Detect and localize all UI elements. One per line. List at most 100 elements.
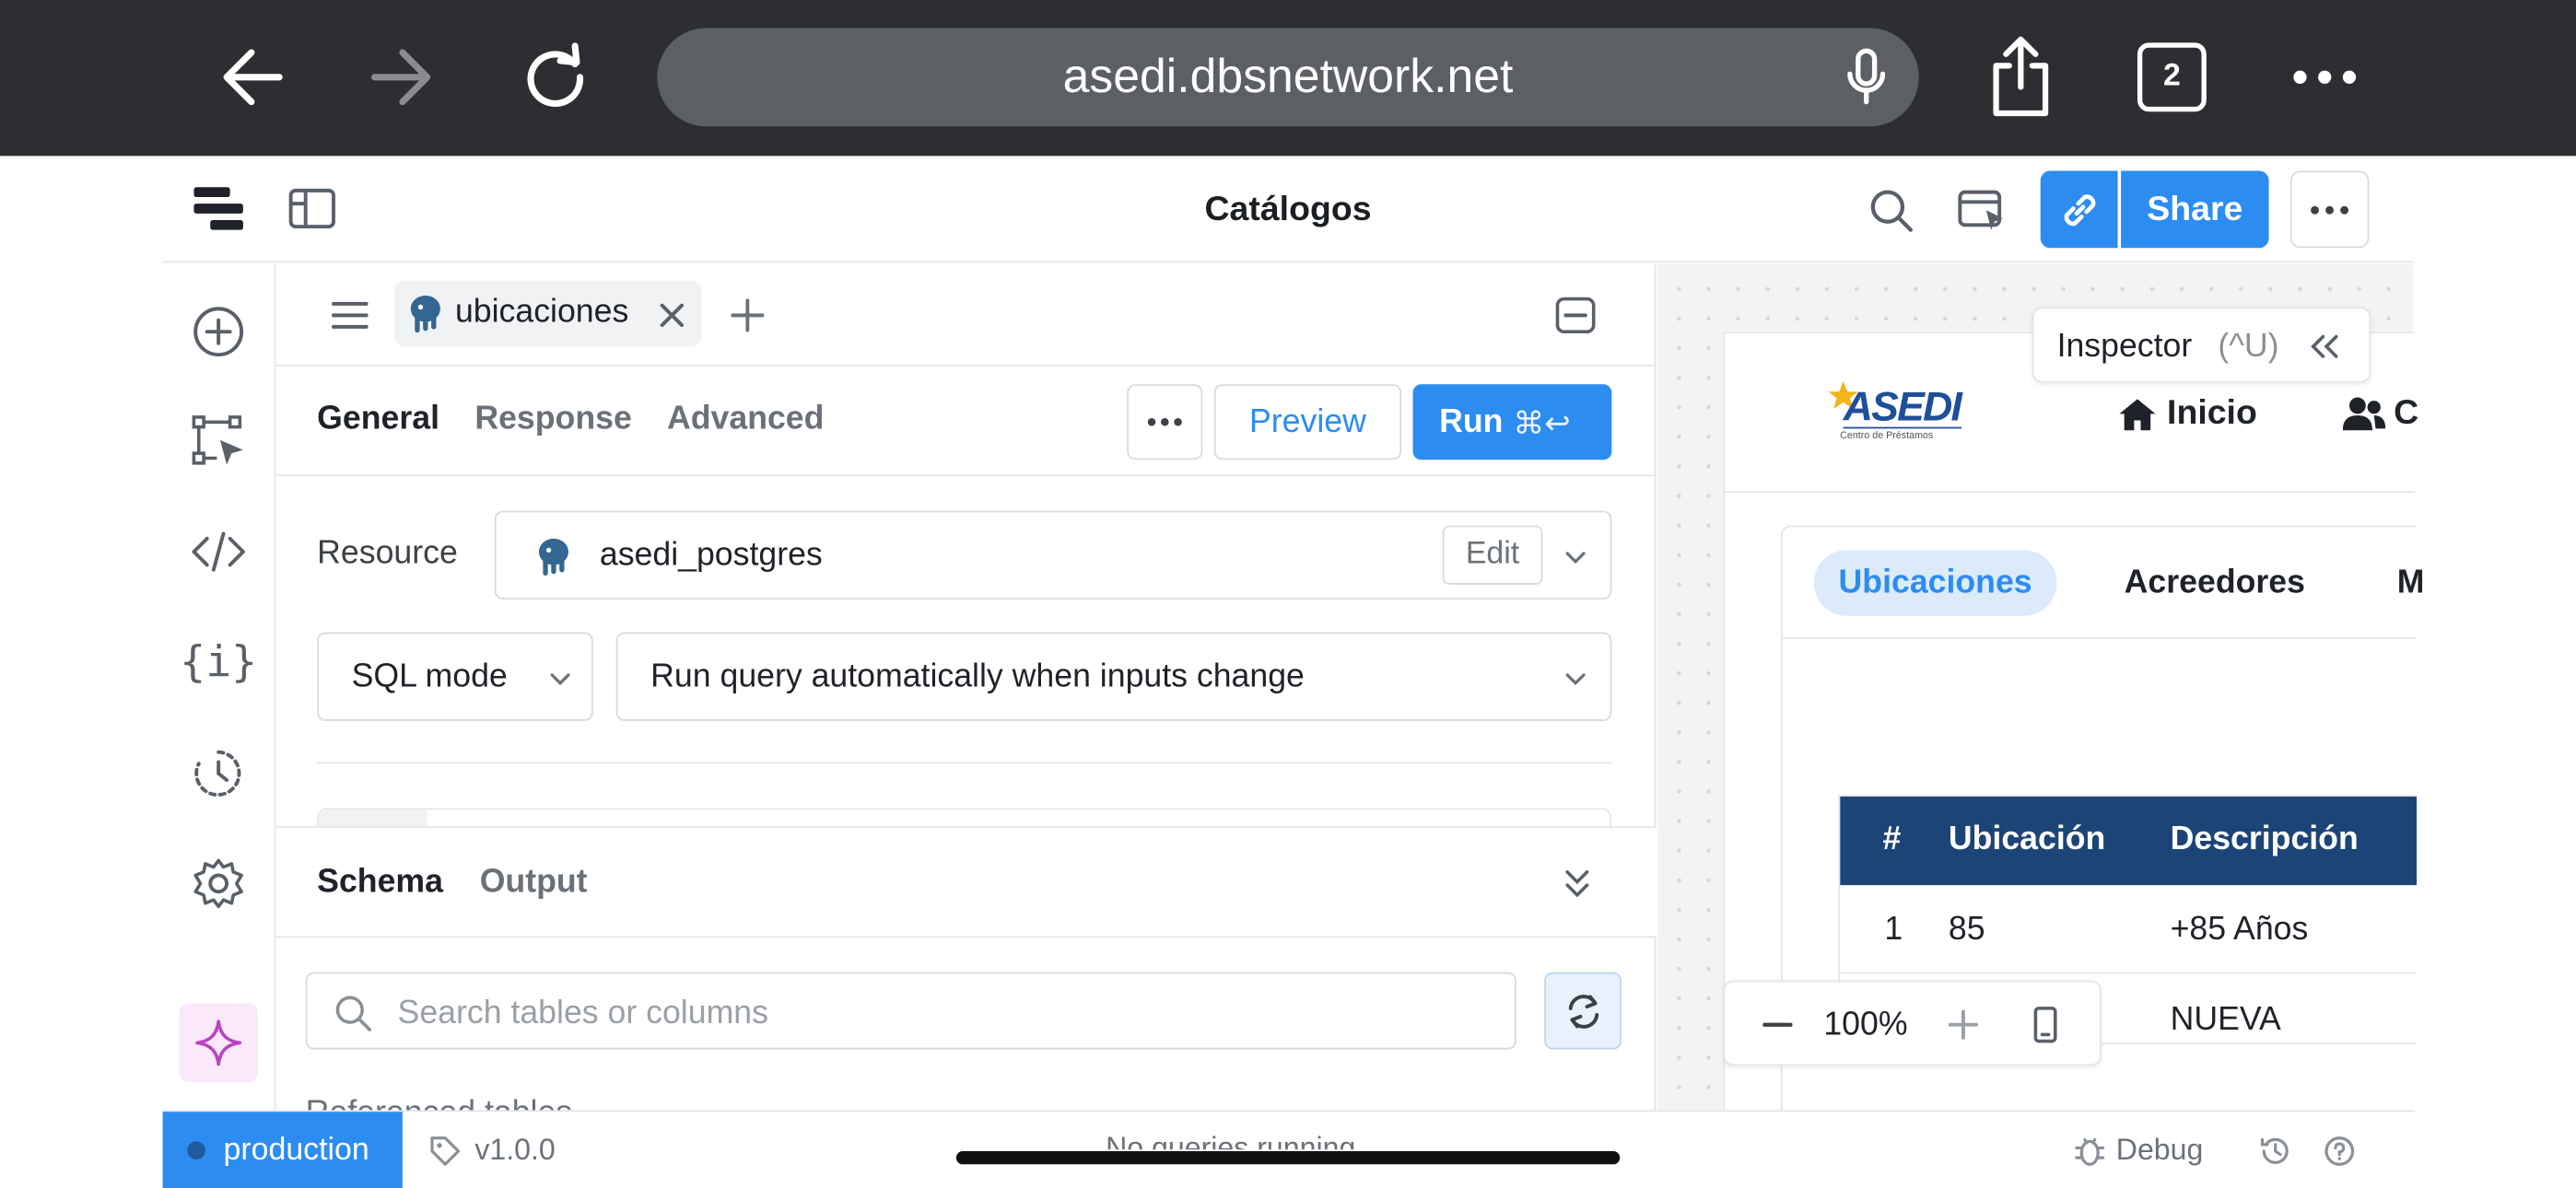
divider <box>317 762 1612 764</box>
preview-button[interactable]: Preview <box>1213 384 1402 460</box>
microphone-icon[interactable] <box>1837 48 1896 107</box>
right-gutter <box>2413 156 2576 1188</box>
cell-ubicacion: 85 <box>1948 911 1985 948</box>
refresh-icon <box>1567 994 1598 1028</box>
status-bar: production v1.0.0 No queries running Deb… <box>162 1110 2414 1188</box>
refresh-schema-button[interactable] <box>1544 972 1622 1050</box>
close-icon[interactable] <box>654 297 690 333</box>
col-descripcion[interactable]: Descripción <box>2171 821 2359 859</box>
query-tab[interactable]: ubicaciones <box>393 280 702 347</box>
tab-count-button[interactable]: 2 <box>2137 42 2207 112</box>
schema-search-input[interactable]: Search tables or columns <box>305 972 1516 1050</box>
app-canvas: ASEDI Centro de Préstamos Inicio C Ubica… <box>1657 264 2424 1112</box>
copy-link-button[interactable] <box>2040 170 2118 249</box>
url-text: asedi.dbsnetwork.net <box>1062 50 1514 103</box>
history-icon[interactable] <box>2255 1132 2295 1171</box>
run-label: Run <box>1439 403 1504 440</box>
ellipsis-icon[interactable] <box>2287 49 2362 105</box>
ai-assist-button[interactable] <box>179 1003 258 1083</box>
more-options-button[interactable] <box>2289 170 2370 249</box>
debug-label: Debug <box>2115 1133 2204 1167</box>
ellipsis-icon <box>2311 204 2349 214</box>
nav-partial-label: C <box>2394 393 2419 432</box>
home-icon <box>2119 399 2156 431</box>
resource-label: Resource <box>317 535 458 572</box>
tab-acreedores[interactable]: Acreedores <box>2125 565 2305 602</box>
component-tree-icon[interactable] <box>187 411 250 473</box>
environment-badge[interactable]: production <box>162 1112 403 1188</box>
search-icon <box>330 990 376 1036</box>
chevrons-left-icon <box>2311 334 2338 358</box>
environment-dot <box>187 1141 205 1159</box>
query-tab-strip: ubicaciones <box>275 264 1657 367</box>
add-query-icon[interactable] <box>724 292 770 338</box>
address-bar[interactable]: asedi.dbsnetwork.net <box>657 28 1919 127</box>
asedi-logo: ASEDI Centro de Préstamos <box>1821 376 1985 448</box>
col-ubicacion[interactable]: Ubicación <box>1949 821 2105 859</box>
nav-divider <box>1725 491 2416 493</box>
query-more-button[interactable] <box>1127 384 1203 460</box>
tab-partial[interactable]: M <box>2397 565 2425 602</box>
chevron-down-icon <box>1557 662 1593 695</box>
line-gutter <box>318 809 427 828</box>
cell-number: 1 <box>1884 911 1903 948</box>
app-menu-icon[interactable] <box>186 179 252 238</box>
environment-label: production <box>223 1133 369 1168</box>
inspector-toggle[interactable]: Inspector (^U) <box>2032 307 2371 383</box>
help-icon[interactable] <box>2320 1132 2359 1171</box>
mobile-view-icon[interactable] <box>2026 1004 2066 1046</box>
zoom-out-icon[interactable] <box>1758 1007 1797 1042</box>
tab-general[interactable]: General <box>317 401 439 438</box>
tab-advanced[interactable]: Advanced <box>667 401 824 438</box>
preview-app-icon[interactable] <box>1953 182 2009 239</box>
share-icon[interactable] <box>1980 33 2062 122</box>
arrow-right-icon[interactable] <box>361 36 443 118</box>
referenced-tables-clip: Referenced tables <box>306 1095 1653 1110</box>
tab-output[interactable]: Output <box>480 864 588 902</box>
resource-select[interactable]: asedi_postgres Edit <box>494 510 1612 600</box>
mode-select[interactable]: SQL mode <box>317 632 593 721</box>
left-rail: {i} <box>162 264 276 1111</box>
zoom-level: 100% <box>1823 1007 1908 1043</box>
search-placeholder: Search tables or columns <box>397 995 768 1031</box>
tab-response[interactable]: Response <box>474 401 631 438</box>
resource-value: asedi_postgres <box>599 537 823 574</box>
hamburger-icon[interactable] <box>325 292 374 338</box>
history-icon[interactable] <box>187 742 250 805</box>
inspector-shortcut: (^U) <box>2218 328 2279 365</box>
code-editor-top[interactable] <box>317 808 1612 828</box>
share-button[interactable]: Share <box>2121 170 2269 249</box>
users-icon <box>2342 397 2386 431</box>
reload-icon[interactable] <box>514 36 596 118</box>
query-tab-label: ubicaciones <box>454 294 629 331</box>
arrow-left-icon[interactable] <box>210 36 292 118</box>
run-shortcut: ⌘↩ <box>1513 407 1571 442</box>
panel-toggle-icon[interactable] <box>284 184 340 233</box>
col-number[interactable]: # <box>1883 821 1902 859</box>
zoom-in-icon[interactable] <box>1944 1007 1984 1042</box>
ellipsis-icon <box>1147 418 1182 426</box>
cell-descripcion: NUEVA <box>2170 1001 2281 1038</box>
tab-ubicaciones[interactable]: Ubicaciones <box>1813 550 2057 616</box>
state-icon[interactable]: {i} <box>180 631 257 696</box>
run-button[interactable]: Run ⌘↩ <box>1412 384 1612 460</box>
postgres-icon <box>404 292 447 334</box>
app-header: Catálogos Share <box>162 156 2414 263</box>
mode-value: SQL mode <box>351 658 508 695</box>
tab-schema[interactable]: Schema <box>317 864 443 902</box>
code-icon[interactable] <box>187 520 250 583</box>
tab-divider <box>1782 636 2418 639</box>
query-status-clip: No queries running <box>1106 1132 1434 1150</box>
trigger-select[interactable]: Run query automatically when inputs chan… <box>615 632 1612 721</box>
settings-gear-icon[interactable] <box>187 852 250 914</box>
table-header: # Ubicación Descripción <box>1840 796 2418 886</box>
table-row[interactable]: 1 85 +85 Años <box>1840 885 2418 974</box>
sparkle-icon <box>195 1019 242 1066</box>
cell-descripcion: +85 Años <box>2170 911 2309 948</box>
chevrons-down-icon[interactable] <box>1559 864 1595 903</box>
edit-resource-button[interactable]: Edit <box>1442 525 1543 585</box>
collapse-panel-icon[interactable] <box>1551 291 1599 340</box>
query-status: No queries running <box>1106 1131 1356 1150</box>
search-icon[interactable] <box>1863 182 1919 239</box>
add-component-icon[interactable] <box>187 300 250 363</box>
